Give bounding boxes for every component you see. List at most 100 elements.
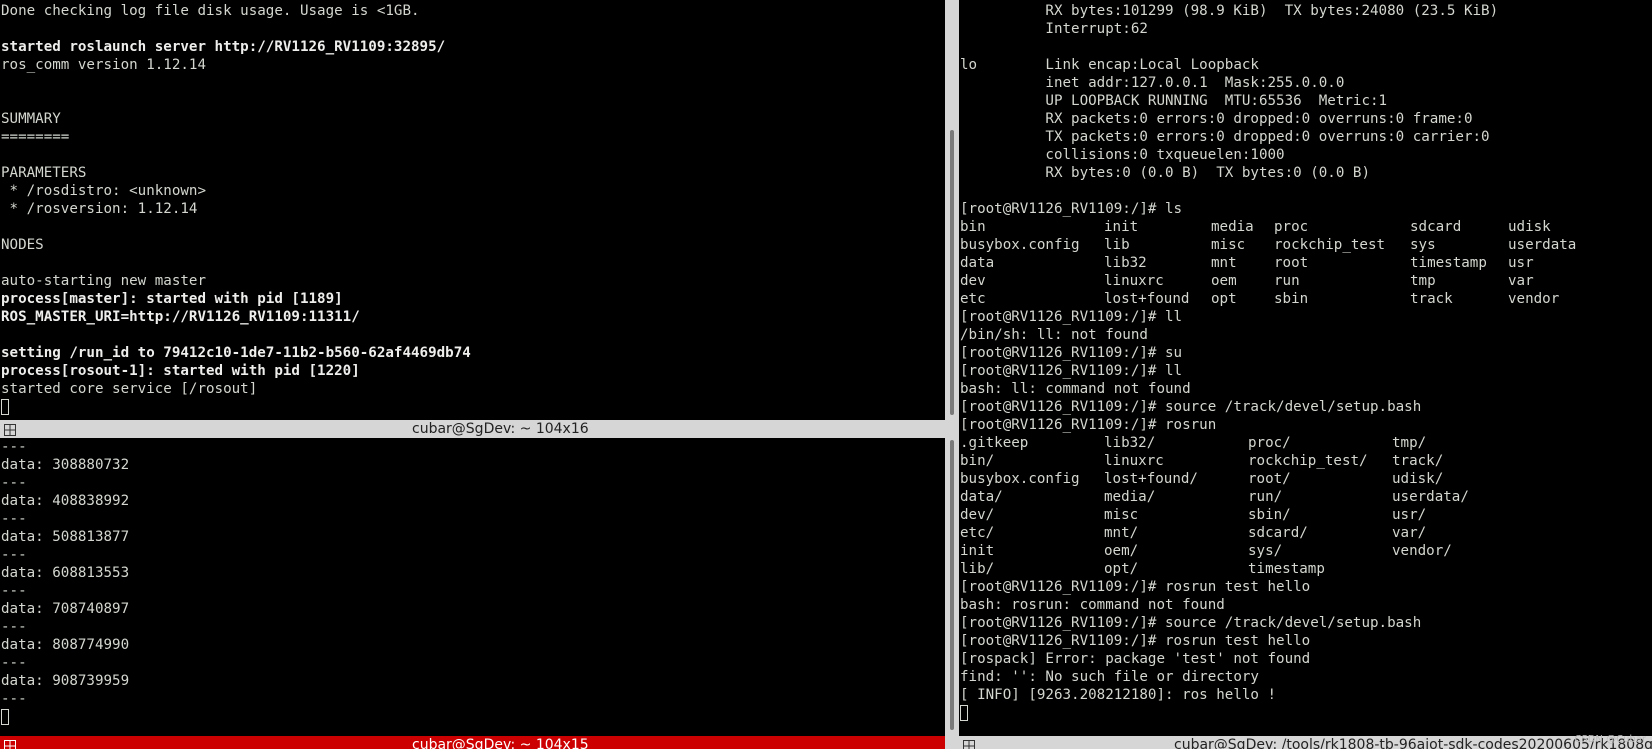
terminal-line: [root@RV1126_RV1109:/]# ll — [960, 309, 1183, 325]
terminal-line: ROS_MASTER_URI=http://RV1126_RV1109:1131… — [1, 309, 360, 325]
listing-entry: var — [1508, 273, 1534, 289]
listing-entry: etc/ — [960, 525, 995, 541]
terminal-line: RX bytes:101299 (98.9 KiB) TX bytes:2408… — [960, 3, 1499, 19]
text-cursor — [1, 399, 9, 415]
terminal-line: Interrupt:62 — [960, 21, 1148, 37]
listing-entry: mnt/ — [1104, 525, 1139, 541]
listing-entry: lib/ — [960, 561, 995, 577]
watermark: CSDN @Cubar — [1574, 734, 1646, 745]
terminal-prompt-line[interactable] — [960, 704, 1598, 722]
listing-entry: linuxrc — [1104, 273, 1164, 289]
listing-entry: bin/ — [960, 453, 995, 469]
terminal-line: SUMMARY — [1, 111, 61, 127]
terminal-prompt-line[interactable] — [1, 708, 129, 726]
listing-entry: opt/ — [1104, 561, 1139, 577]
listing-row: etc/mnt/sdcard/var/ — [960, 524, 1598, 542]
listing-entry: data — [960, 255, 995, 271]
terminal-line: ros_comm version 1.12.14 — [1, 57, 206, 73]
terminal-line: ======== — [1, 129, 70, 145]
terminal-line: [root@RV1126_RV1109:/]# rosrun — [960, 417, 1217, 433]
terminal-line: process[rosout-1]: started with pid [122… — [1, 363, 360, 379]
terminal-pane-roscore[interactable]: Done checking log file disk usage. Usage… — [0, 0, 945, 419]
listing-entry: sbin — [1274, 291, 1309, 307]
listing-entry: bin — [960, 219, 986, 235]
listing-entry: tmp/ — [1392, 435, 1427, 451]
listing-entry: media — [1211, 219, 1254, 235]
listing-entry: busybox.config — [960, 237, 1080, 253]
terminal-line: data: 408838992 — [1, 493, 130, 509]
terminal-line: [root@RV1126_RV1109:/]# rosrun test hell… — [960, 579, 1311, 595]
listing-entry: sdcard — [1410, 219, 1462, 235]
scrollbar-thumb[interactable] — [950, 440, 954, 730]
listing-entry: media/ — [1104, 489, 1156, 505]
terminal-line: data: 608813553 — [1, 565, 130, 581]
terminal-line: Done checking log file disk usage. Usage… — [1, 3, 420, 19]
listing-entry: timestamp — [1248, 561, 1325, 577]
listing-entry: vendor — [1508, 291, 1560, 307]
terminal-pane-data-echo[interactable]: --- data: 308880732 --- data: 408838992 --- d… — [0, 438, 945, 736]
listing-entry: lost+found/ — [1104, 471, 1198, 487]
terminal-pane-device-shell[interactable]: RX bytes:101299 (98.9 KiB) TX bytes:2408… — [959, 0, 1652, 736]
terminal-line: --- — [1, 655, 27, 671]
listing-entry: rockchip_test — [1274, 237, 1386, 253]
pane-title-bar-bottom-left[interactable]: cubar@SgDev: ~ 104x15 — [0, 736, 945, 749]
listing-entry: init — [1104, 219, 1139, 235]
listing-entry: linuxrc — [1104, 453, 1164, 469]
listing-row: data lib32 mnt root timestamp usr — [960, 254, 1598, 272]
terminal-line: --- — [1, 691, 27, 707]
pane-title-bar-right[interactable]: cubar@SgDev: /tools/rk1808-tb-96aiot-sdk… — [959, 736, 1652, 749]
terminal-line: [ INFO] [9263.208212180]: ros hello ! — [960, 687, 1277, 703]
terminal-line: data: 708740897 — [1, 601, 130, 617]
terminal-line: [root@RV1126_RV1109:/]# source /track/de… — [960, 615, 1422, 631]
listing-row: dev linuxrc oem run tmp var — [960, 272, 1598, 290]
terminal-prompt-line[interactable] — [1, 398, 471, 416]
listing-entry: lib — [1104, 237, 1130, 253]
listing-entry: .gitkeep — [960, 435, 1029, 451]
listing-entry: root/ — [1248, 471, 1291, 487]
listing-entry: userdata/ — [1392, 489, 1469, 505]
listing-row: bin/linuxrc rockchip_test/track/ — [960, 452, 1598, 470]
listing-entry: vendor/ — [1392, 543, 1452, 559]
terminal-line: * /rosdistro: <unknown> — [1, 183, 206, 199]
terminal-line: RX bytes:0 (0.0 B) TX bytes:0 (0.0 B) — [960, 165, 1370, 181]
terminal-line: [rospack] Error: package 'test' not foun… — [960, 651, 1311, 667]
terminal-line: --- — [1, 619, 27, 635]
listing-entry: sdcard/ — [1248, 525, 1308, 541]
listing-entry: udisk/ — [1392, 471, 1444, 487]
terminal-line: [root@RV1126_RV1109:/]# su — [960, 345, 1183, 361]
scrollbar-thumb[interactable] — [950, 130, 954, 415]
terminal-line: collisions:0 txqueuelen:1000 — [960, 147, 1285, 163]
terminal-line: --- — [1, 475, 27, 491]
listing-entry: run — [1274, 273, 1300, 289]
listing-row: busybox.config lost+found/root/udisk/ — [960, 470, 1598, 488]
listing-entry: dev/ — [960, 507, 995, 523]
listing-row: init oem/sys/vendor/ — [960, 542, 1598, 560]
listing-entry: userdata — [1508, 237, 1577, 253]
listing-entry: data/ — [960, 489, 1003, 505]
pane-title-bar-top-left[interactable]: cubar@SgDev: ~ 104x16 — [0, 420, 945, 438]
terminal-line: /bin/sh: ll: not found — [960, 327, 1148, 343]
listing-entry: opt — [1211, 291, 1237, 307]
listing-entry: lost+found — [1104, 291, 1190, 307]
listing-entry: proc/ — [1248, 435, 1291, 451]
listing-entry: usr — [1508, 255, 1534, 271]
terminal-line: lo Link encap:Local Loopback — [960, 57, 1259, 73]
terminal-line: started core service [/rosout] — [1, 381, 258, 397]
text-cursor — [960, 705, 968, 721]
terminal-line: process[master]: started with pid [1189] — [1, 291, 343, 307]
listing-entry: timestamp — [1410, 255, 1487, 271]
pane-title: cubar@SgDev: ~ 104x15 — [412, 737, 589, 749]
terminal-line: [root@RV1126_RV1109:/]# ls — [960, 201, 1183, 217]
listing-entry: rockchip_test/ — [1248, 453, 1368, 469]
terminal-line: --- — [1, 439, 27, 455]
listing-entry: tmp — [1410, 273, 1436, 289]
terminal-line: bash: ll: command not found — [960, 381, 1191, 397]
terminal-line: started roslaunch server http://RV1126_R… — [1, 39, 446, 55]
terminal-line: inet addr:127.0.0.1 Mask:255.0.0.0 — [960, 75, 1345, 91]
terminal-line: [root@RV1126_RV1109:/]# ll — [960, 363, 1183, 379]
terminal-line: setting /run_id to 79412c10-1de7-11b2-b5… — [1, 345, 471, 361]
